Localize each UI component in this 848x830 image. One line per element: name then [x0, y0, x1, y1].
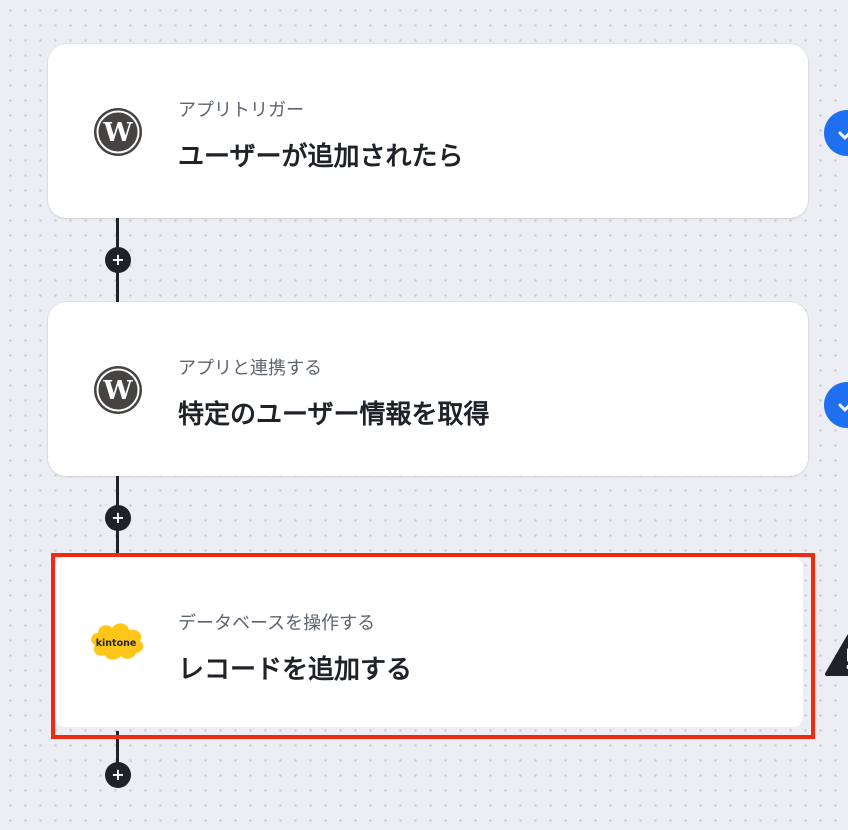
- check-icon: [838, 403, 848, 412]
- add-step-button[interactable]: +: [105, 505, 131, 531]
- step-title: レコードを追加する: [178, 655, 413, 685]
- step-complete-badge: [824, 382, 848, 428]
- kintone-logo-text: kintone: [96, 638, 137, 649]
- wordpress-icon: W: [94, 366, 142, 414]
- add-step-button[interactable]: +: [105, 762, 131, 788]
- step-title: ユーザーが追加されたら: [178, 142, 464, 172]
- flow-step-card-selected[interactable]: kintone データベースを操作する レコードを追加する: [55, 557, 803, 727]
- step-type-label: アプリと連携する: [178, 358, 322, 379]
- wordpress-icon: W: [94, 108, 142, 156]
- flow-step-card[interactable]: W アプリと連携する 特定のユーザー情報を取得: [48, 302, 808, 476]
- plus-icon: +: [111, 508, 125, 527]
- kintone-icon: kintone: [91, 623, 144, 660]
- step-complete-badge: [824, 110, 848, 156]
- step-type-label: データベースを操作する: [178, 613, 376, 634]
- step-type-label: アプリトリガー: [178, 100, 304, 121]
- svg-text:W: W: [102, 376, 133, 406]
- check-icon: [838, 131, 848, 140]
- add-step-button[interactable]: +: [105, 247, 131, 273]
- plus-icon: +: [111, 765, 125, 784]
- flow-step-card[interactable]: W アプリトリガー ユーザーが追加されたら: [48, 44, 808, 218]
- step-title: 特定のユーザー情報を取得: [178, 400, 490, 430]
- plus-icon: +: [111, 250, 125, 269]
- svg-text:W: W: [102, 118, 133, 148]
- warning-icon: [825, 634, 848, 676]
